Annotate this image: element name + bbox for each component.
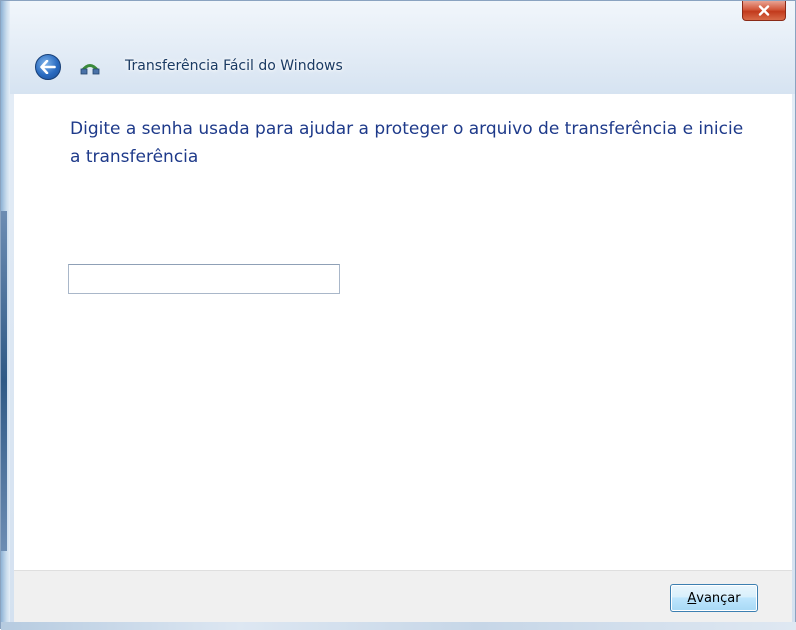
next-button-mnemonic: A — [687, 590, 697, 606]
next-button-label: vançar — [696, 590, 741, 606]
back-arrow-icon — [40, 60, 56, 74]
password-field[interactable] — [68, 264, 340, 294]
window-title: Transferência Fácil do Windows — [125, 58, 343, 74]
title-bar: Transferência Fácil do Windows — [10, 1, 795, 94]
back-button[interactable] — [35, 54, 61, 80]
next-button[interactable]: Avançar — [670, 584, 758, 612]
close-button[interactable] — [742, 1, 786, 21]
window-frame-left — [1, 1, 10, 630]
footer-bar: Avançar — [14, 570, 792, 623]
main-content: Digite a senha usada para ajudar a prote… — [14, 94, 792, 570]
instruction-heading: Digite a senha usada para ajudar a prote… — [70, 119, 744, 167]
easy-transfer-window: Transferência Fácil do Windows Digite a … — [0, 0, 796, 630]
easy-transfer-icon — [80, 64, 100, 75]
close-icon — [758, 5, 770, 16]
